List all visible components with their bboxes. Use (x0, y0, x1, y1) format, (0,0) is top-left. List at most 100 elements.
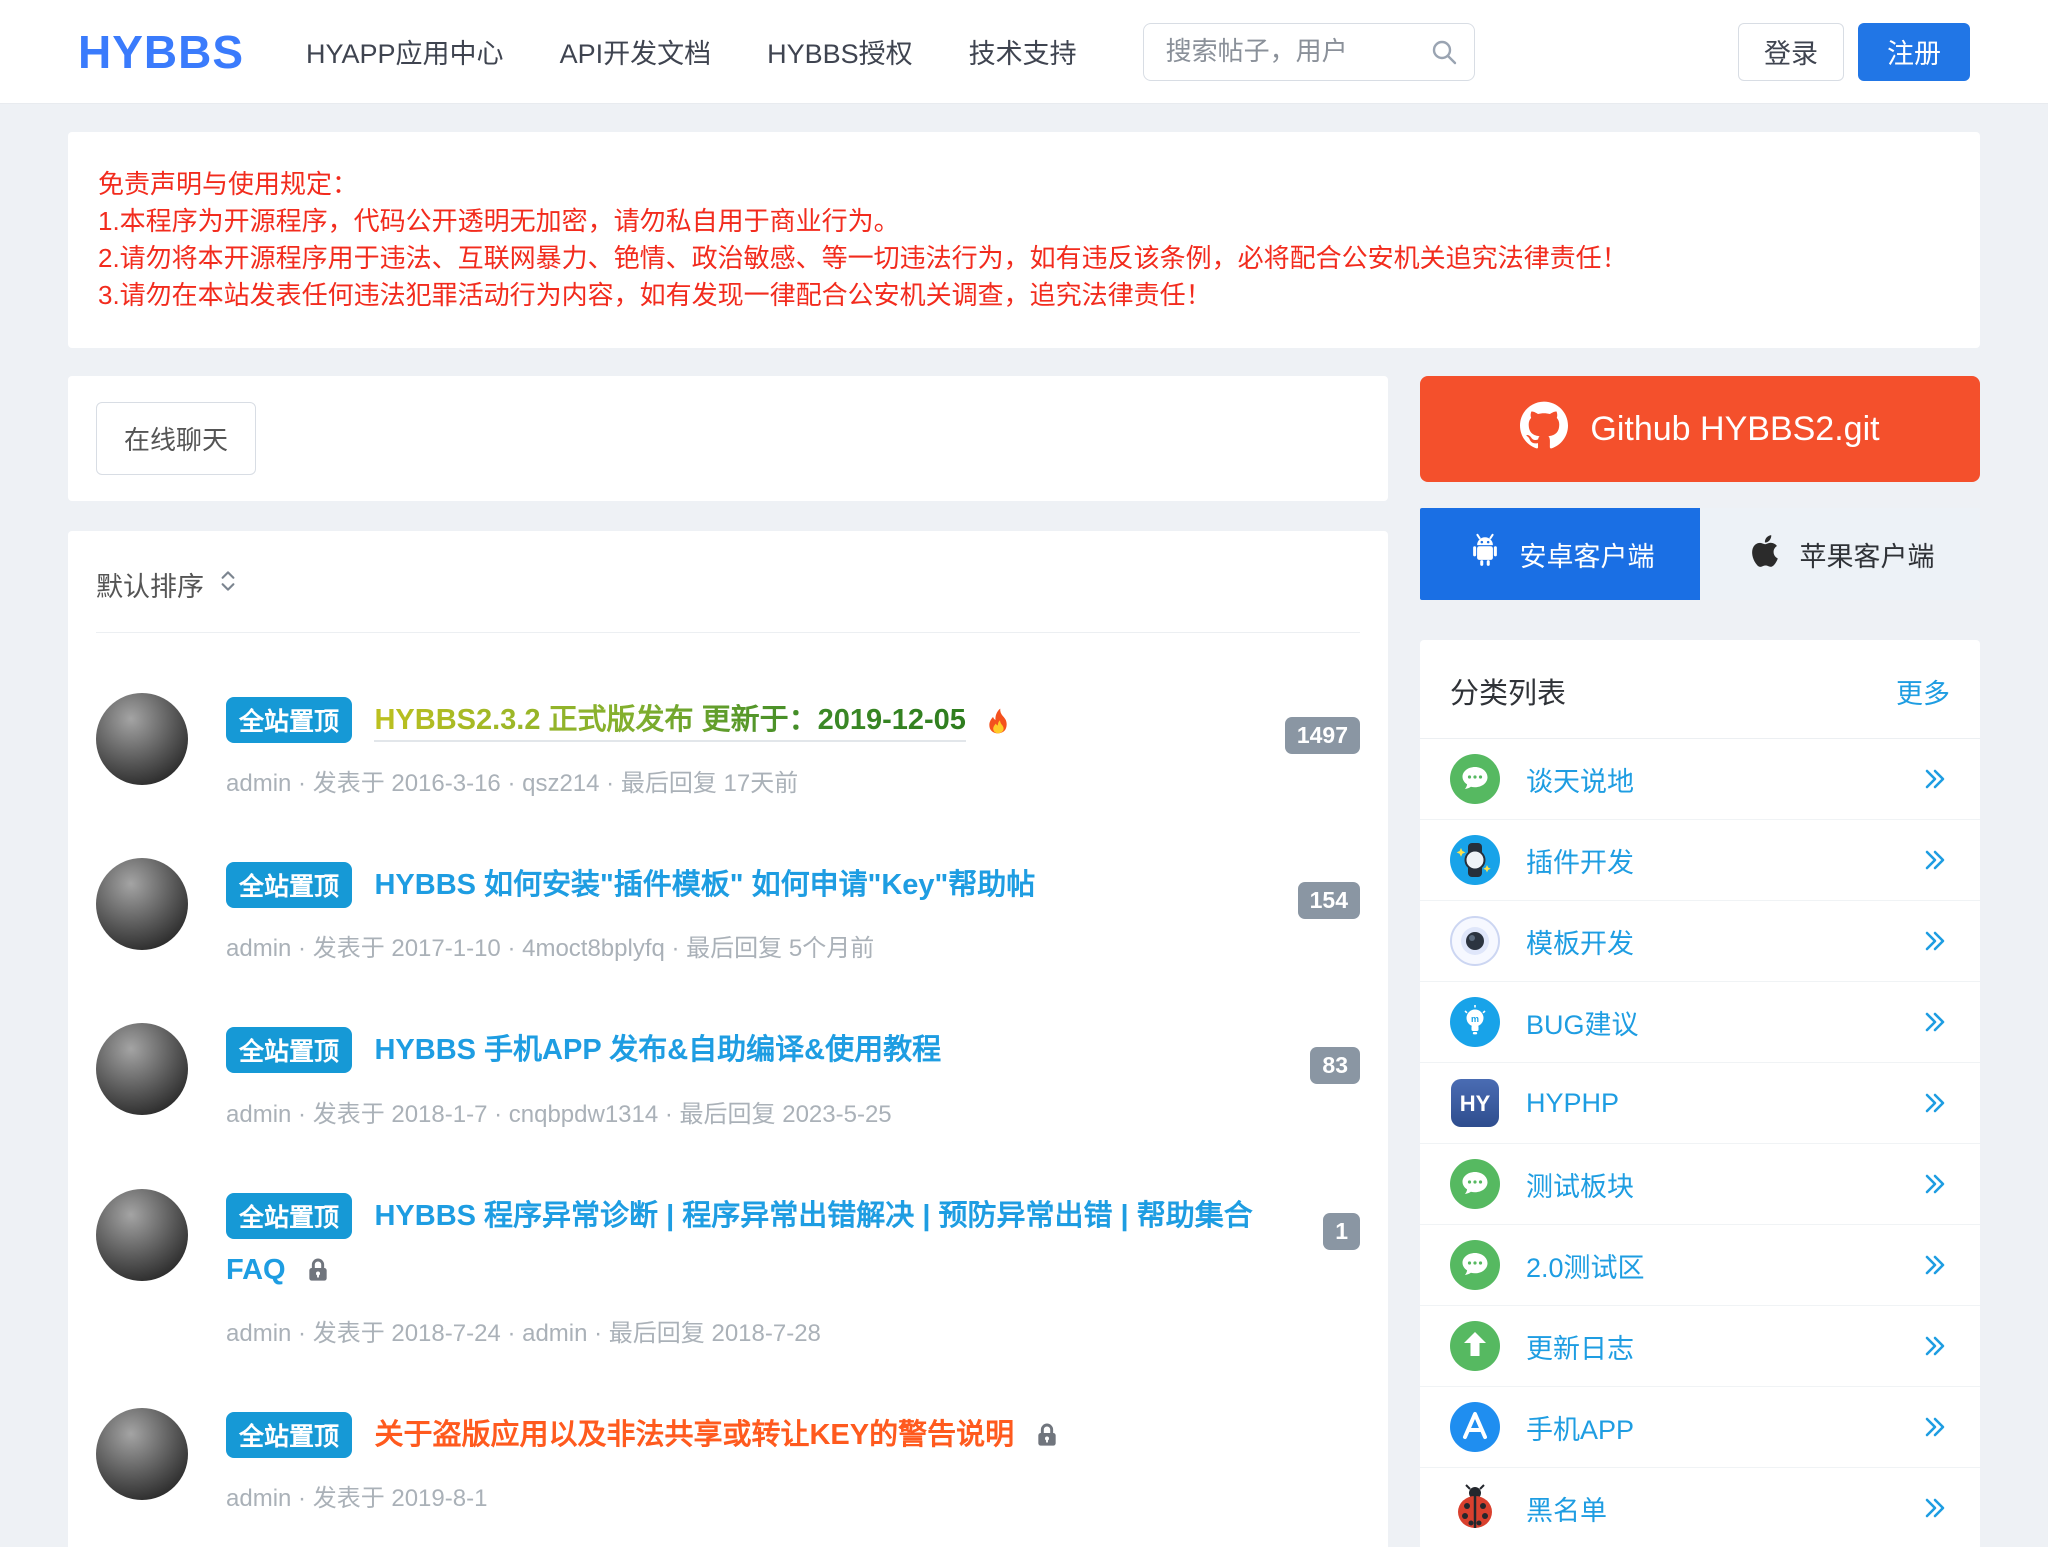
thread-row: 全站置顶 HYBBS2.3.2 正式版发布 更新于：2019-12-05 adm… (96, 693, 1360, 798)
category-item[interactable]: 测试板块 (1420, 1143, 1980, 1224)
category-label: 手机APP (1526, 1408, 1920, 1447)
green-chat-icon (1450, 1159, 1500, 1209)
chat-card: 在线聊天 (68, 376, 1388, 501)
github-button-label: Github HYBBS2.git (1590, 410, 1879, 449)
category-list: 谈天说地 插件开发 模板开发 m BUG建议 (1420, 739, 1980, 1547)
sort-label: 默认排序 (96, 565, 204, 604)
svg-text:m: m (1471, 1014, 1479, 1024)
disclaimer-line: 1.本程序为开源程序，代码公开透明无加密，请勿私自用于商业行为。 (98, 203, 1950, 240)
lock-icon (1031, 1419, 1063, 1451)
thread-body: 全站置顶 HYBBS2.3.2 正式版发布 更新于：2019-12-05 adm… (226, 693, 1285, 798)
search-input[interactable] (1143, 23, 1475, 81)
nav-item-hyapp[interactable]: HYAPP应用中心 (306, 32, 504, 71)
svg-text:HY: HY (1460, 1091, 1491, 1116)
thread-row: 全站置顶 HYBBS 程序异常诊断 | 程序异常出错解决 | 预防异常出错 | … (96, 1189, 1360, 1348)
category-panel-header: 分类列表 更多 (1420, 640, 1980, 739)
login-button[interactable]: 登录 (1738, 23, 1844, 81)
avatar[interactable] (96, 693, 188, 785)
nav-item-api-docs[interactable]: API开发文档 (560, 32, 712, 71)
sidebar: Github HYBBS2.git (1420, 376, 1980, 1547)
reply-count-badge: 1 (1323, 1213, 1360, 1250)
thread-list-card: 默认排序 全站置顶 HYBBS2.3.2 正式版发布 更新于：2019-12-0… (68, 531, 1388, 1547)
apple-client-button[interactable]: 苹果客户端 (1700, 508, 1980, 600)
app-store-icon (1450, 1402, 1500, 1452)
reply-count-badge: 154 (1298, 882, 1360, 919)
thread-title-link[interactable]: HYBBS 手机APP 发布&自助编译&使用教程 (374, 1034, 941, 1066)
category-item[interactable]: 2.0测试区 (1420, 1224, 1980, 1305)
pinned-badge: 全站置顶 (226, 1193, 352, 1239)
bulb-icon: m (1450, 997, 1500, 1047)
page: HYBBS HYAPP应用中心 API开发文档 HYBBS授权 技术支持 登录 … (0, 0, 2048, 1547)
category-item[interactable]: 手机APP (1420, 1386, 1980, 1467)
double-chevron-icon (1920, 1493, 1950, 1523)
disclaimer-line: 3.请勿在本站发表任何违法犯罪活动行为内容，如有发现一律配合公安机关调查，追究法… (98, 277, 1950, 314)
hy-logo-icon: HY (1450, 1078, 1500, 1128)
category-item[interactable]: 黑名单 (1420, 1467, 1980, 1547)
sort-control[interactable]: 默认排序 (96, 561, 1360, 632)
double-chevron-icon (1920, 926, 1950, 956)
thread-body: 全站置顶 HYBBS 如何安装"插件模板" 如何申请"Key"帮助帖 admin… (226, 858, 1298, 963)
ladybug-icon (1450, 1483, 1500, 1533)
thread-meta: admin · 发表于 2017-1-10 · 4moct8bplyfq · 最… (226, 928, 1262, 963)
thread-body: 全站置顶 HYBBS 手机APP 发布&自助编译&使用教程 admin · 发表… (226, 1023, 1310, 1128)
thread-title-link[interactable]: 关于盗版应用以及非法共享或转让KEY的警告说明 (374, 1419, 1014, 1451)
disclaimer-line: 2.请勿将本开源程序用于违法、互联网暴力、铯情、政治敏感、等一切违法行为，如有违… (98, 240, 1950, 277)
register-button[interactable]: 注册 (1858, 23, 1970, 81)
category-item[interactable]: 更新日志 (1420, 1305, 1980, 1386)
site-logo[interactable]: HYBBS (78, 25, 244, 79)
thread-row: 全站置顶 关于盗版应用以及非法共享或转让KEY的警告说明 admin · 发表于… (96, 1408, 1360, 1513)
main-nav: HYAPP应用中心 API开发文档 HYBBS授权 技术支持 (306, 32, 1077, 71)
category-label: 插件开发 (1526, 841, 1920, 880)
category-item[interactable]: 模板开发 (1420, 900, 1980, 981)
category-label: 测试板块 (1526, 1165, 1920, 1204)
reply-count-badge: 83 (1310, 1047, 1360, 1084)
double-chevron-icon (1920, 1007, 1950, 1037)
thread-meta: admin · 发表于 2016-3-16 · qsz214 · 最后回复 17… (226, 763, 1249, 798)
top-navigation-bar: HYBBS HYAPP应用中心 API开发文档 HYBBS授权 技术支持 登录 … (0, 0, 2048, 104)
double-chevron-icon (1920, 1331, 1950, 1361)
pinned-badge: 全站置顶 (226, 862, 352, 908)
avatar[interactable] (96, 858, 188, 950)
category-panel-title: 分类列表 (1450, 670, 1566, 712)
thread-title-link[interactable]: HYBBS 程序异常诊断 | 程序异常出错解决 | 预防异常出错 | 帮助集合 … (226, 1200, 1253, 1286)
avatar[interactable] (96, 1408, 188, 1500)
github-button[interactable]: Github HYBBS2.git (1420, 376, 1980, 482)
reply-count-badge: 1497 (1285, 717, 1360, 754)
main-column: 在线聊天 默认排序 全站置顶 H (68, 376, 1388, 1547)
thread-body: 全站置顶 关于盗版应用以及非法共享或转让KEY的警告说明 admin · 发表于… (226, 1408, 1360, 1513)
category-item[interactable]: 插件开发 (1420, 819, 1980, 900)
double-chevron-icon (1920, 1250, 1950, 1280)
apple-icon (1746, 532, 1784, 577)
thread-title-link[interactable]: HYBBS2.3.2 正式版发布 更新于：2019-12-05 (374, 704, 965, 742)
camera-lens-icon (1450, 916, 1500, 966)
pinned-badge: 全站置顶 (226, 1412, 352, 1458)
category-label: BUG建议 (1526, 1003, 1920, 1042)
online-chat-button[interactable]: 在线聊天 (96, 402, 256, 475)
android-button-label: 安卓客户端 (1520, 535, 1655, 574)
search-icon[interactable] (1429, 37, 1459, 67)
green-chat-icon (1450, 1240, 1500, 1290)
sort-arrows-icon (214, 567, 242, 602)
thread-title-link[interactable]: HYBBS 如何安装"插件模板" 如何申请"Key"帮助帖 (374, 869, 1035, 901)
avatar[interactable] (96, 1189, 188, 1281)
category-label: 更新日志 (1526, 1327, 1920, 1366)
double-chevron-icon (1920, 1412, 1950, 1442)
category-item[interactable]: HY HYPHP (1420, 1062, 1980, 1143)
search-box (1143, 23, 1475, 81)
thread-body: 全站置顶 HYBBS 程序异常诊断 | 程序异常出错解决 | 预防异常出错 | … (226, 1189, 1323, 1348)
disclaimer-notice: 免责声明与使用规定： 1.本程序为开源程序，代码公开透明无加密，请勿私自用于商业… (68, 132, 1980, 348)
avatar[interactable] (96, 1023, 188, 1115)
github-icon (1520, 401, 1568, 458)
double-chevron-icon (1920, 1169, 1950, 1199)
more-link[interactable]: 更多 (1896, 672, 1950, 711)
category-item[interactable]: 谈天说地 (1420, 739, 1980, 819)
nav-item-license[interactable]: HYBBS授权 (767, 32, 913, 71)
category-label: 模板开发 (1526, 922, 1920, 961)
double-chevron-icon (1920, 764, 1950, 794)
category-label: 2.0测试区 (1526, 1246, 1920, 1285)
nav-item-support[interactable]: 技术支持 (969, 32, 1077, 71)
category-item[interactable]: m BUG建议 (1420, 981, 1980, 1062)
watch-icon (1450, 835, 1500, 885)
disclaimer-line: 免责声明与使用规定： (98, 166, 1950, 203)
android-client-button[interactable]: 安卓客户端 (1420, 508, 1700, 600)
